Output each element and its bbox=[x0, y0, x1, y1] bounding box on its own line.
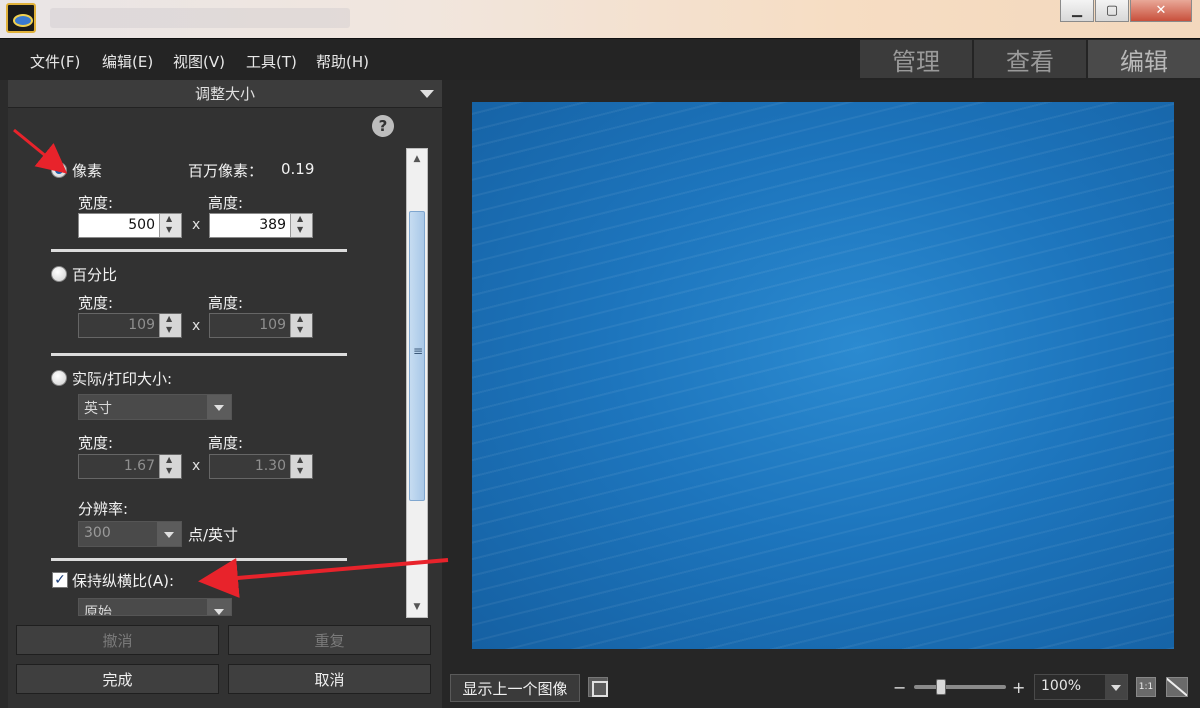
resolution-value: 300 bbox=[84, 525, 111, 541]
print-height-value: 1.30 bbox=[254, 458, 286, 474]
megapixels-label: 百万像素： bbox=[188, 162, 264, 180]
percent-height-stepper[interactable]: 109 bbox=[209, 313, 313, 338]
maximize-button[interactable]: ▢ bbox=[1095, 0, 1129, 22]
pixels-width-label: 宽度: bbox=[78, 194, 114, 212]
cancel-button[interactable]: 取消 bbox=[228, 664, 431, 694]
zoom-out-icon[interactable]: − bbox=[893, 678, 906, 697]
panel-header[interactable]: 调整大小 bbox=[8, 80, 442, 108]
percent-height-value: 109 bbox=[259, 317, 286, 333]
menu-edit[interactable]: 编辑(E) bbox=[102, 51, 153, 72]
pixels-label: 像素 bbox=[72, 162, 103, 180]
pixels-height-value: 389 bbox=[259, 217, 286, 233]
app-logo-icon bbox=[6, 3, 36, 33]
window-title-blurred bbox=[50, 8, 350, 28]
resolution-label: 分辨率: bbox=[78, 500, 129, 518]
aspect-mode-select[interactable]: 原始 bbox=[78, 598, 232, 616]
percent-height-label: 高度: bbox=[208, 294, 244, 312]
scroll-down-icon[interactable]: ▼ bbox=[407, 597, 427, 617]
resolution-unit-label: 点/英寸 bbox=[188, 526, 239, 544]
radio-print-size[interactable] bbox=[51, 370, 67, 386]
fullscreen-icon[interactable] bbox=[588, 677, 608, 697]
scroll-up-icon[interactable]: ▲ bbox=[407, 149, 427, 169]
print-unit-value: 英寸 bbox=[84, 401, 112, 417]
pixels-width-value: 500 bbox=[128, 217, 155, 233]
section-divider bbox=[51, 353, 347, 356]
print-size-label: 实际/打印大小: bbox=[72, 370, 173, 388]
spin-arrows-icon[interactable] bbox=[290, 455, 312, 478]
chevron-down-icon[interactable] bbox=[157, 522, 181, 546]
spin-arrows-icon[interactable] bbox=[290, 214, 312, 237]
percent-width-value: 109 bbox=[128, 317, 155, 333]
chevron-down-icon[interactable] bbox=[207, 599, 231, 615]
pixels-width-stepper[interactable]: 500 bbox=[78, 213, 182, 238]
section-divider bbox=[51, 249, 347, 252]
chevron-down-icon[interactable] bbox=[207, 395, 231, 419]
keep-aspect-checkbox[interactable]: ✓ bbox=[52, 572, 68, 588]
radio-pixels[interactable] bbox=[51, 162, 67, 178]
percent-width-stepper[interactable]: 109 bbox=[78, 313, 182, 338]
spin-arrows-icon[interactable] bbox=[159, 455, 181, 478]
print-width-label: 宽度: bbox=[78, 434, 114, 452]
undo-button[interactable]: 撤消 bbox=[16, 625, 219, 655]
print-height-stepper[interactable]: 1.30 bbox=[209, 454, 313, 479]
app-window: ▁ ▢ ✕ 文件(F) 编辑(E) 视图(V) 工具(T) 帮助(H) 管理 查… bbox=[0, 0, 1200, 708]
tab-edit[interactable]: 编辑 bbox=[1088, 40, 1200, 78]
spin-arrows-icon[interactable] bbox=[159, 314, 181, 337]
show-previous-image-button[interactable]: 显示上一个图像 bbox=[450, 674, 580, 702]
spin-arrows-icon[interactable] bbox=[290, 314, 312, 337]
preview-image[interactable] bbox=[472, 102, 1174, 649]
print-width-stepper[interactable]: 1.67 bbox=[78, 454, 182, 479]
menu-file[interactable]: 文件(F) bbox=[30, 51, 80, 72]
keep-aspect-label: 保持纵横比(A): bbox=[72, 572, 175, 590]
redo-button[interactable]: 重复 bbox=[228, 625, 431, 655]
radio-percent[interactable] bbox=[51, 266, 67, 282]
scroll-thumb[interactable] bbox=[409, 211, 425, 501]
minimize-button[interactable]: ▁ bbox=[1060, 0, 1094, 22]
resize-panel: 调整大小 ? 像素 百万像素： 0.19 宽度: 高度: 500 x 389 百… bbox=[8, 80, 442, 708]
aspect-mode-value: 原始 bbox=[84, 605, 112, 616]
chevron-down-icon[interactable] bbox=[1105, 675, 1127, 699]
title-bar: ▁ ▢ ✕ bbox=[0, 0, 1200, 38]
tab-view[interactable]: 查看 bbox=[974, 40, 1086, 78]
fit-to-window-icon[interactable] bbox=[1166, 677, 1188, 697]
print-width-value: 1.67 bbox=[123, 458, 155, 474]
menu-tools[interactable]: 工具(T) bbox=[246, 51, 297, 72]
collapse-triangle-icon[interactable] bbox=[420, 90, 434, 98]
pixels-height-label: 高度: bbox=[208, 194, 244, 212]
print-unit-select[interactable]: 英寸 bbox=[78, 394, 232, 420]
percent-width-label: 宽度: bbox=[78, 294, 114, 312]
actual-size-icon[interactable]: 1:1 bbox=[1136, 677, 1156, 697]
zoom-slider-knob[interactable] bbox=[936, 679, 946, 695]
close-button[interactable]: ✕ bbox=[1130, 0, 1192, 22]
menu-help[interactable]: 帮助(H) bbox=[316, 51, 369, 72]
times-sign: x bbox=[192, 458, 201, 474]
zoom-slider[interactable] bbox=[914, 679, 1006, 695]
resolution-select[interactable]: 300 bbox=[78, 521, 182, 547]
percent-label: 百分比 bbox=[72, 266, 118, 284]
help-icon[interactable]: ? bbox=[372, 115, 394, 137]
zoom-level-value: 100% bbox=[1041, 678, 1082, 694]
done-button[interactable]: 完成 bbox=[16, 664, 219, 694]
zoom-level-select[interactable]: 100% bbox=[1034, 674, 1128, 700]
tab-manage[interactable]: 管理 bbox=[860, 40, 972, 78]
times-sign: x bbox=[192, 318, 201, 334]
panel-scrollbar[interactable]: ▲ ▼ bbox=[406, 148, 428, 618]
spin-arrows-icon[interactable] bbox=[159, 214, 181, 237]
times-sign: x bbox=[192, 217, 201, 233]
menu-view[interactable]: 视图(V) bbox=[173, 51, 225, 72]
print-height-label: 高度: bbox=[208, 434, 244, 452]
megapixels-value: 0.19 bbox=[281, 160, 315, 178]
pixels-height-stepper[interactable]: 389 bbox=[209, 213, 313, 238]
section-divider bbox=[51, 558, 347, 561]
panel-title: 调整大小 bbox=[194, 85, 255, 103]
zoom-in-icon[interactable]: + bbox=[1012, 678, 1025, 697]
